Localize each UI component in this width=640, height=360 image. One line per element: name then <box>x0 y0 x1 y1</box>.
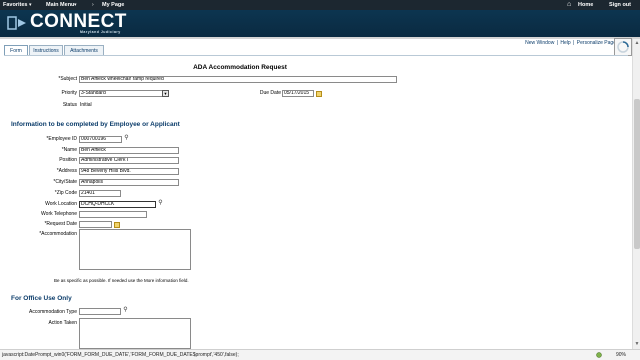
position-label: Position <box>59 157 77 163</box>
globe-icon <box>596 352 602 358</box>
home-icon[interactable]: ⌂ <box>567 1 571 8</box>
help-link[interactable]: Help <box>560 40 570 46</box>
request-date-label: *Request Date <box>44 221 77 227</box>
due-date-label: Due Date <box>259 90 281 96</box>
accommodation-textarea[interactable] <box>79 229 191 270</box>
tab-divider <box>4 55 628 56</box>
favorites-dropdown-icon[interactable]: ▾ <box>29 2 32 9</box>
link-separator: | <box>573 40 575 46</box>
position-field[interactable]: Administrative Clerk I <box>79 157 179 164</box>
priority-select[interactable]: 3-Standard <box>79 90 163 97</box>
calendar-icon[interactable] <box>114 222 120 228</box>
work-telephone-label: Work Telephone <box>41 211 77 217</box>
action-taken-textarea[interactable] <box>79 318 191 349</box>
accommodation-type-label: Accommodation Type <box>29 309 77 315</box>
zip-code-field[interactable]: 21401 <box>79 190 121 197</box>
work-location-field[interactable]: DCHQ-DHCLK <box>79 201 156 208</box>
favorites-menu[interactable]: Favorites <box>3 1 27 9</box>
browser-status-bar: javascript:DatePrompt_win0('FORM_FORM_DU… <box>0 349 640 360</box>
search-icon[interactable]: ⚲ <box>122 307 129 314</box>
personalize-page-link[interactable]: Personalize Page <box>577 40 616 46</box>
zoom-level[interactable]: 90% <box>616 350 626 360</box>
employee-section-heading: Information to be completed by Employee … <box>11 121 180 128</box>
main-menu-dropdown-icon[interactable]: ▾ <box>74 2 77 9</box>
due-date-field[interactable]: 05/17/2015 <box>282 90 314 97</box>
chevron-down-icon[interactable]: ▼ <box>162 90 169 97</box>
status-value: Initial <box>80 102 92 108</box>
work-location-label: Work Location <box>45 201 77 207</box>
address-label: *Address <box>56 168 77 174</box>
accommodation-hint: Be as specific as possible. If needed us… <box>54 278 189 283</box>
scroll-down-icon[interactable]: ▼ <box>634 341 640 347</box>
employee-id-field[interactable]: 000700196 <box>79 136 122 143</box>
vertical-scrollbar[interactable]: ▲ ▼ <box>632 39 640 349</box>
breadcrumb-separator-icon: › <box>92 2 94 8</box>
top-nav-bar: Favorites ▾ Main Menu ▾ › My Page ⌂ Home… <box>0 0 640 10</box>
main-menu[interactable]: Main Menu <box>46 1 74 9</box>
sign-out-link[interactable]: Sign out <box>609 1 631 9</box>
action-taken-label: Action Taken <box>48 320 77 326</box>
form-title: ADA Accommodation Request <box>193 64 287 71</box>
subject-field[interactable]: Ben Affleck wheelchair ramp required <box>79 76 397 83</box>
office-section-heading: For Office Use Only <box>11 295 72 302</box>
accommodation-type-field[interactable] <box>79 308 121 315</box>
link-separator: | <box>556 40 559 46</box>
city-state-field[interactable]: Annapolis <box>79 179 179 186</box>
status-bar-text: javascript:DatePrompt_win0('FORM_FORM_DU… <box>2 352 239 358</box>
page-links: New Window | Help | Personalize Page <box>524 40 616 46</box>
processing-indicator <box>614 38 632 56</box>
city-state-label: *City/State <box>53 179 77 185</box>
connect-logo-icon <box>7 16 26 30</box>
zip-code-label: *Zip Code <box>54 190 77 196</box>
employee-id-label: *Employee ID <box>46 136 77 142</box>
my-page-link[interactable]: My Page <box>102 1 124 9</box>
search-icon[interactable]: ⚲ <box>123 135 130 142</box>
app-logo: CONNECT <box>30 11 127 32</box>
status-label: Status <box>62 102 77 108</box>
work-telephone-field[interactable] <box>79 211 147 218</box>
name-label: *Name <box>61 147 77 153</box>
app-logo-subtitle: Maryland Judiciary <box>80 30 121 34</box>
search-icon[interactable]: ⚲ <box>157 200 164 207</box>
address-field[interactable]: 948 Beverly Hills Blvd. <box>79 168 179 175</box>
name-field[interactable]: Ben Affleck <box>79 147 179 154</box>
new-window-link[interactable]: New Window <box>525 40 554 46</box>
request-date-field[interactable] <box>79 221 112 228</box>
scroll-up-icon[interactable]: ▲ <box>634 40 640 46</box>
calendar-icon[interactable] <box>316 91 322 97</box>
spinner-icon <box>617 41 629 53</box>
subject-label: *Subject <box>58 76 77 82</box>
scrollbar-thumb[interactable] <box>634 99 640 249</box>
accommodation-label: *Accommodation <box>39 231 77 237</box>
home-link[interactable]: Home <box>578 1 593 9</box>
header-divider <box>0 37 640 39</box>
priority-label: Priority <box>61 90 77 96</box>
